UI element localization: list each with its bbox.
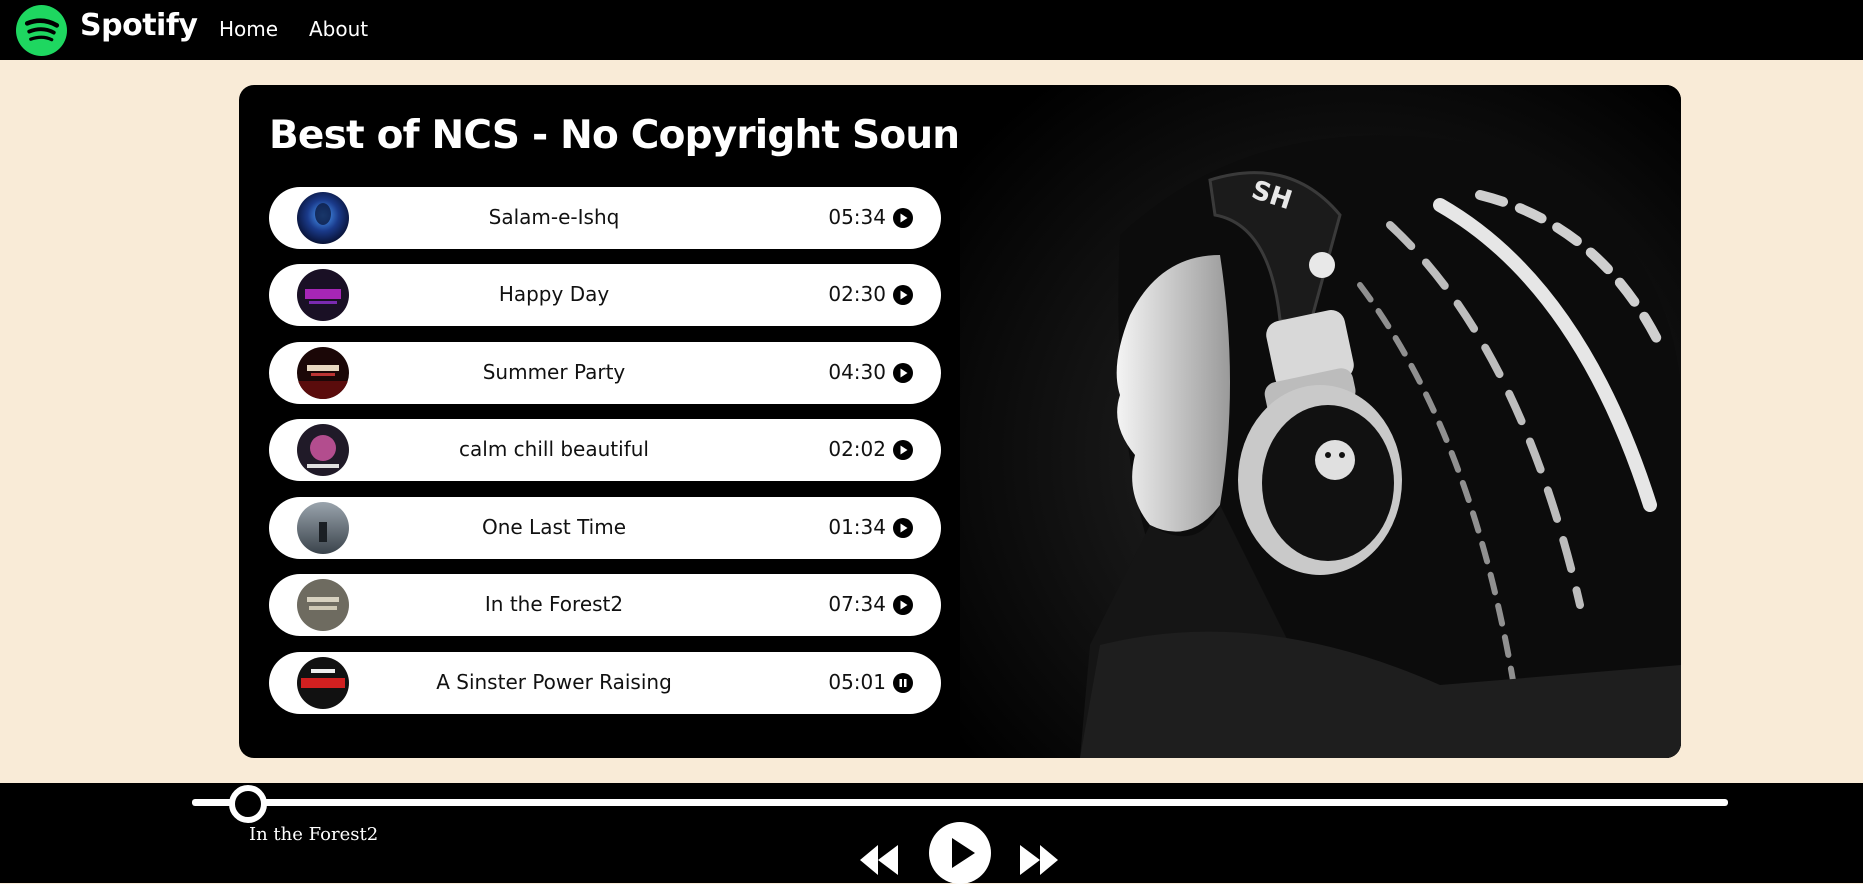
- song-name: Salam-e-Ishq: [488, 205, 620, 229]
- song-name: One Last Time: [481, 515, 627, 539]
- player-bar: In the Forest2: [0, 783, 1863, 884]
- song-duration: 02:02: [828, 437, 886, 461]
- play-icon[interactable]: [893, 440, 913, 460]
- song-item[interactable]: In the Forest2 07:34: [269, 574, 941, 636]
- pause-icon[interactable]: [893, 673, 913, 693]
- song-duration: 04:30: [828, 360, 886, 384]
- song-duration: 02:30: [828, 282, 886, 306]
- song-duration: 01:34: [828, 515, 886, 539]
- song-duration: 07:34: [828, 592, 886, 616]
- nav-link-home[interactable]: Home: [219, 17, 278, 41]
- forward-icon[interactable]: [1018, 843, 1060, 877]
- song-cover-image: [297, 192, 349, 244]
- song-item[interactable]: Summer Party 04:30: [269, 342, 941, 404]
- now-playing-title: In the Forest2: [249, 824, 379, 845]
- song-item[interactable]: A Sinster Power Raising 05:01: [269, 652, 941, 714]
- song-name: A Sinster Power Raising: [436, 670, 672, 694]
- song-name: In the Forest2: [484, 592, 624, 616]
- song-duration: 05:01: [828, 670, 886, 694]
- song-cover-image: [297, 657, 349, 709]
- song-cover-image: [297, 502, 349, 554]
- navbar: Spotify Home About: [0, 0, 1863, 60]
- song-item[interactable]: Salam-e-Ishq 05:34: [269, 187, 941, 249]
- hero-image: SH: [960, 85, 1681, 758]
- song-cover-image: [297, 579, 349, 631]
- song-name: Happy Day: [498, 282, 610, 306]
- progress-bar[interactable]: [192, 785, 1728, 823]
- playlist-card: Best of NCS - No Copyright Sounds Salam-…: [239, 85, 1681, 758]
- song-name: calm chill beautiful: [459, 437, 649, 461]
- playlist-title: Best of NCS - No Copyright Sounds: [269, 113, 1010, 158]
- song-cover-image: [297, 424, 349, 476]
- spotify-logo-icon[interactable]: [16, 5, 67, 56]
- song-item[interactable]: Happy Day 02:30: [269, 264, 941, 326]
- song-name: Summer Party: [482, 360, 626, 384]
- play-icon[interactable]: [893, 208, 913, 228]
- progress-thumb[interactable]: [228, 785, 267, 823]
- song-cover-image: [297, 269, 349, 321]
- song-duration: 05:34: [828, 205, 886, 229]
- song-item[interactable]: calm chill beautiful 02:02: [269, 419, 941, 481]
- nav-link-about[interactable]: About: [309, 17, 368, 41]
- play-icon[interactable]: [893, 518, 913, 538]
- play-icon[interactable]: [929, 822, 991, 884]
- play-icon[interactable]: [893, 285, 913, 305]
- song-item[interactable]: One Last Time 01:34: [269, 497, 941, 559]
- play-icon[interactable]: [893, 595, 913, 615]
- backward-icon[interactable]: [858, 843, 900, 877]
- song-cover-image: [297, 347, 349, 399]
- brand-name[interactable]: Spotify: [80, 8, 198, 43]
- play-icon[interactable]: [893, 363, 913, 383]
